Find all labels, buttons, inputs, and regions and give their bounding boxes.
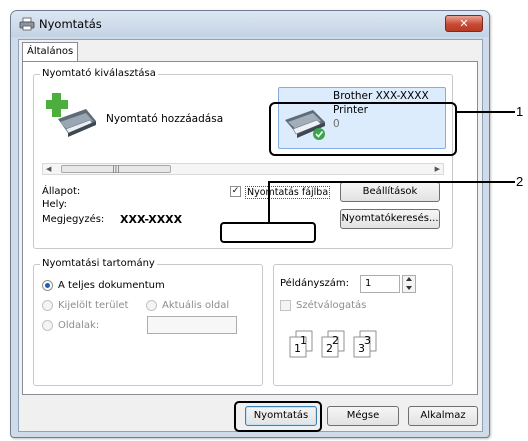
radio-all-pages-label[interactable]: A teljes dokumentum (58, 280, 165, 291)
collate-page-1b: 1 (300, 334, 307, 347)
callout-box-printer (269, 102, 457, 156)
tab-label: Általános (27, 46, 74, 57)
radio-current-page-label[interactable]: Aktuális oldal (162, 300, 229, 311)
radio-pages-label[interactable]: Oldalak: (58, 320, 99, 331)
copies-group: Példányszám: 1 Szétválogatás 1 1 2 2 3 3 (273, 264, 453, 386)
comment-value: XXX-XXXX (120, 213, 183, 226)
stepper-down-icon[interactable] (406, 286, 412, 290)
tab-general[interactable]: Általános (22, 42, 78, 62)
find-printer-button[interactable]: Nyomtatókeresés... (340, 209, 440, 229)
status-label: Állapot: (42, 186, 81, 197)
radio-selection-label[interactable]: Kijelölt terület (58, 300, 128, 311)
add-printer-label: Nyomtató hozzáadása (106, 113, 224, 125)
radio-pages[interactable] (42, 320, 53, 331)
stepper-up-icon[interactable] (406, 277, 412, 281)
copies-stepper[interactable] (402, 275, 416, 293)
cancel-button-label: Mégse (346, 410, 380, 421)
scroll-left-arrow[interactable]: ◀ (46, 164, 51, 174)
scroll-thumb[interactable]: ||| (61, 165, 171, 173)
pages-input[interactable] (147, 316, 237, 334)
printer-select-legend: Nyomtató kiválasztása (40, 68, 158, 79)
print-to-file-label[interactable]: Nyomtatás fájlba (245, 186, 331, 199)
callout-number-2: 2 (516, 174, 524, 189)
collate-checkbox[interactable] (280, 300, 291, 311)
radio-selection[interactable] (42, 300, 53, 311)
scroll-right-arrow[interactable]: ▶ (435, 164, 440, 174)
find-printer-button-label: Nyomtatókeresés... (341, 213, 439, 224)
collate-page-2b: 2 (332, 334, 339, 347)
cancel-button[interactable]: Mégse (327, 406, 399, 426)
close-button[interactable]: ✕ (445, 15, 483, 32)
page-range-legend: Nyomtatási tartomány (40, 258, 157, 269)
page-range-group: Nyomtatási tartomány A teljes dokumentum… (33, 258, 263, 386)
callout-line-2 (268, 181, 515, 183)
title-bar[interactable]: Nyomtatás ✕ (11, 11, 489, 37)
callout-line-1 (457, 111, 515, 113)
radio-all-pages[interactable] (42, 280, 53, 291)
comment-label: Megjegyzés: (42, 214, 105, 225)
preferences-button[interactable]: Beállítások (340, 182, 440, 202)
collate-page-1a: 1 (294, 342, 301, 355)
collate-page-2a: 2 (326, 342, 333, 355)
print-to-file-checkbox[interactable]: ✓ (230, 186, 241, 197)
printer-name: Brother XXX-XXXX (333, 90, 429, 102)
add-printer-icon (46, 93, 96, 137)
copies-input[interactable]: 1 (360, 275, 400, 293)
printer-icon (19, 17, 35, 31)
copies-value: 1 (365, 278, 372, 289)
apply-button-label: Alkalmaz (420, 410, 466, 421)
add-printer-item[interactable]: Nyomtató hozzáadása (46, 91, 256, 147)
window-title: Nyomtatás (39, 17, 102, 31)
callout-box-print-to-file (220, 222, 316, 243)
copies-label: Példányszám: (280, 278, 350, 289)
location-label: Hely: (42, 199, 68, 210)
collate-page-3a: 3 (358, 342, 365, 355)
callout-line-2-vert (268, 181, 270, 222)
callout-number-1: 1 (516, 104, 524, 119)
close-icon: ✕ (459, 17, 469, 30)
printer-list-scrollbar[interactable]: ◀ ||| ▶ (42, 163, 444, 175)
radio-current-page[interactable] (146, 300, 157, 311)
callout-box-print-button (234, 401, 322, 432)
preferences-button-label: Beállítások (362, 186, 418, 197)
apply-button[interactable]: Alkalmaz (408, 406, 478, 426)
collate-label[interactable]: Szétválogatás (296, 300, 366, 311)
collate-page-3b: 3 (364, 334, 371, 347)
